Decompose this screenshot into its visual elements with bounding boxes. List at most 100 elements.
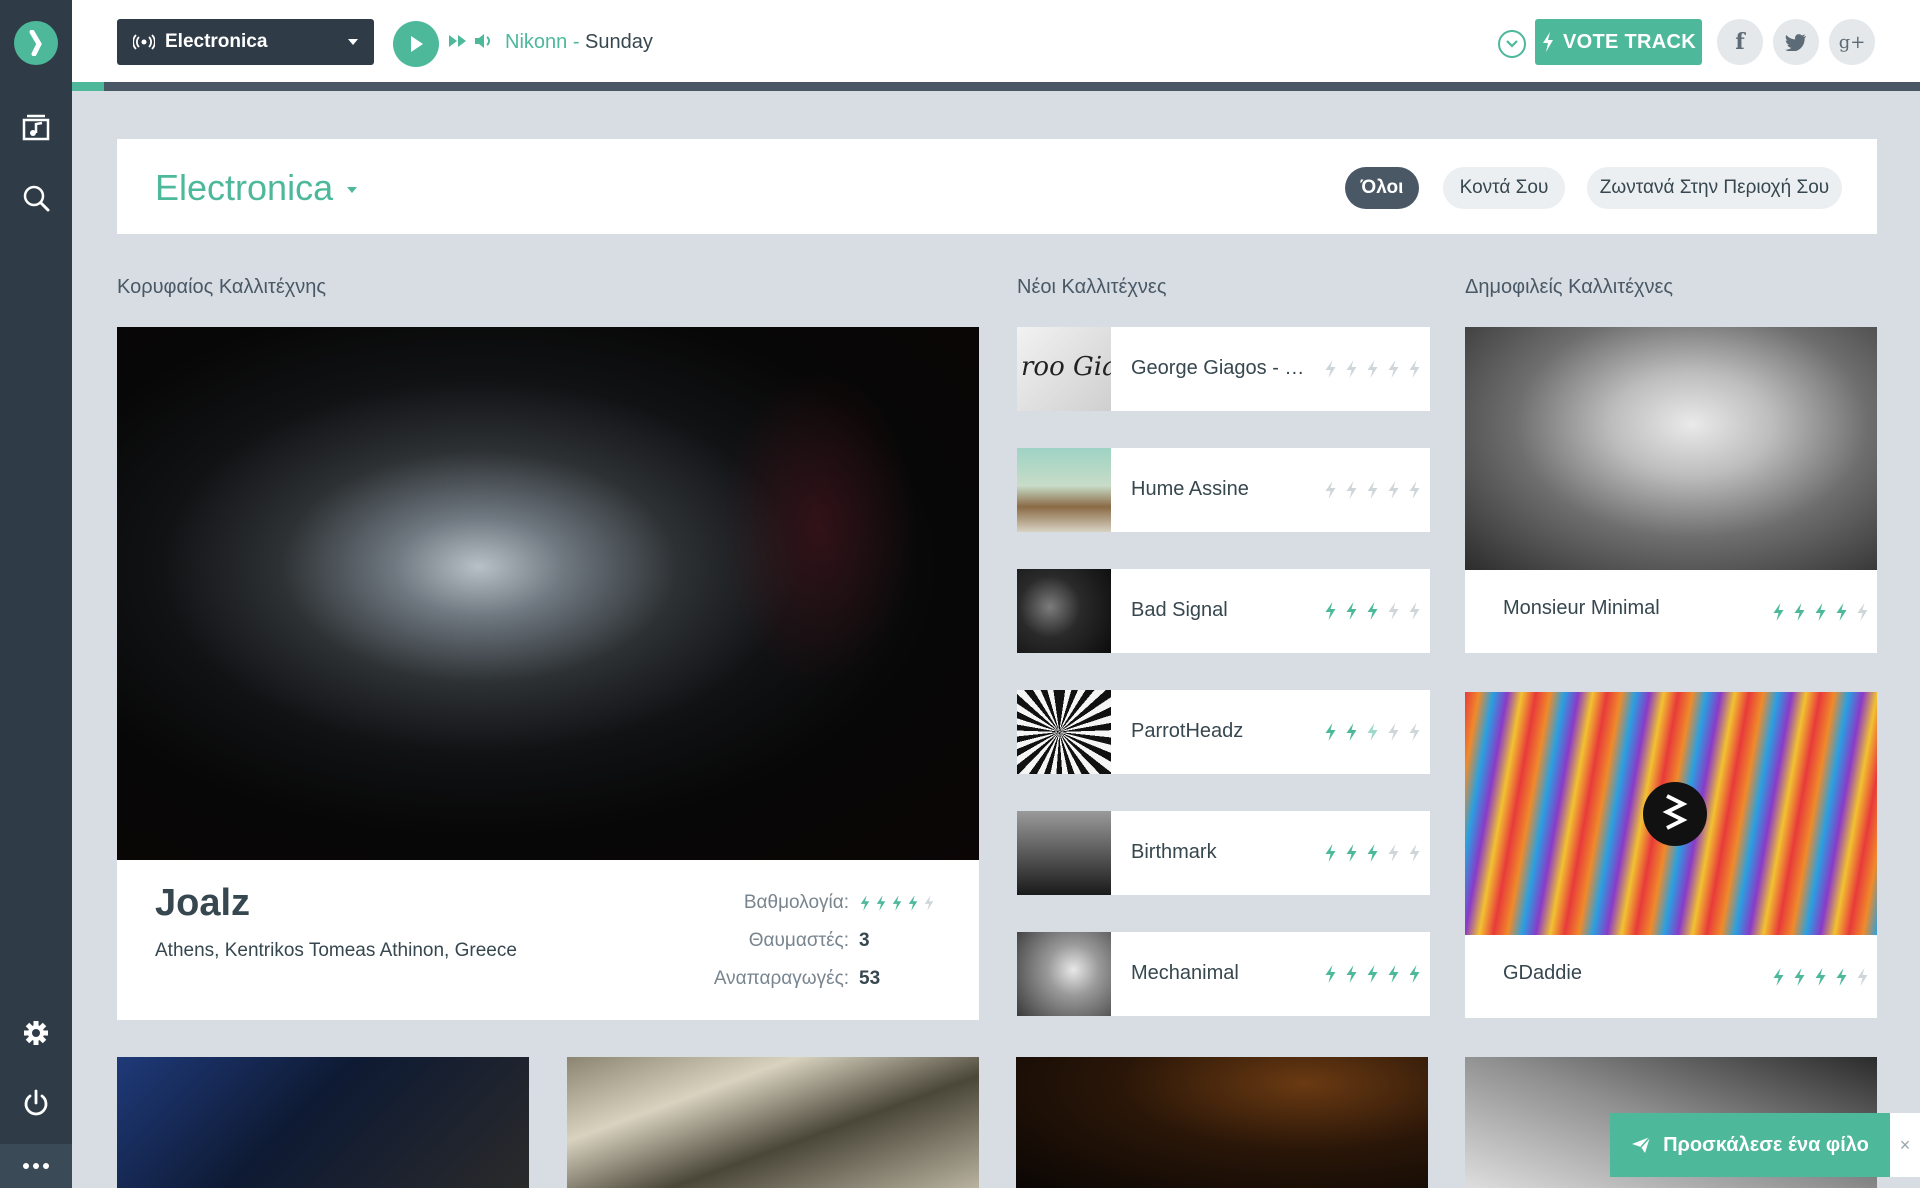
more-icon[interactable]	[0, 1144, 72, 1188]
artist-name: Monsieur Minimal	[1503, 597, 1660, 619]
featured-artist-name[interactable]: Joalz	[155, 882, 250, 925]
play-button[interactable]	[393, 21, 439, 67]
search-icon[interactable]	[16, 178, 56, 218]
music-library-icon[interactable]	[16, 107, 56, 147]
rating-bolt-icon	[1346, 481, 1357, 499]
popular-artists-section-title: Δημοφιλείς Καλλιτέχνες	[1465, 276, 1674, 298]
rating-bolt-icon	[1346, 602, 1357, 620]
rating-bolt-icon	[1857, 968, 1868, 986]
rating-bolt-icon	[908, 895, 918, 911]
skip-forward-icon[interactable]	[448, 33, 468, 54]
invite-friend-button[interactable]: Προσκάλεσε ένα φίλο	[1610, 1113, 1890, 1177]
rating-bolt-icon	[1409, 844, 1420, 862]
genre-header: Electronica Όλοι Κοντά Σου Ζωντανά Στην …	[117, 139, 1877, 234]
rating-bolt-icon	[1773, 968, 1784, 986]
rating-bolt-icon	[1857, 603, 1868, 621]
new-artist-row[interactable]: Bad Signal	[1017, 569, 1430, 653]
genre-title: Electronica	[155, 167, 334, 208]
logo-icon[interactable]	[14, 21, 58, 65]
artist-thumbnail	[1017, 448, 1111, 532]
artist-name: GDaddie	[1503, 962, 1582, 984]
new-artist-row[interactable]: roo Giag George Giagos - D...	[1017, 327, 1430, 411]
now-playing-separator: -	[567, 31, 586, 53]
twitter-icon	[1785, 34, 1806, 51]
lightning-icon	[1543, 32, 1553, 52]
artist-thumbnail	[1017, 932, 1111, 1016]
rating-bolt-icon	[1325, 844, 1336, 862]
artist-name: George Giagos - D...	[1131, 357, 1311, 379]
artist-name: Bad Signal	[1131, 599, 1228, 621]
send-icon	[1632, 1136, 1651, 1153]
sidebar	[0, 0, 72, 1188]
chevron-down-icon	[348, 39, 358, 45]
featured-plays-row: Αναπαραγωγές: 53	[714, 968, 939, 990]
filter-live-near-you[interactable]: Ζωντανά Στην Περιοχή Σου	[1587, 167, 1842, 209]
rating-bolt-icon	[1367, 360, 1378, 378]
rating-bolt-icon	[1409, 481, 1420, 499]
rating-stars	[1770, 602, 1875, 622]
track-progress-fill	[72, 82, 104, 91]
filter-all[interactable]: Όλοι	[1345, 167, 1419, 209]
facebook-button[interactable]: f	[1717, 19, 1763, 65]
genre-selector[interactable]: Electronica	[155, 167, 358, 209]
rating-bolt-icon	[1773, 603, 1784, 621]
rating-bolt-icon	[1794, 603, 1805, 621]
invite-label: Προσκάλεσε ένα φίλο	[1663, 1133, 1869, 1156]
now-playing: Nikonn - Sunday	[505, 31, 653, 54]
rating-bolt-icon	[1325, 965, 1336, 983]
rating-stars	[1322, 964, 1427, 984]
new-artist-row[interactable]: ParrotHeadz	[1017, 690, 1430, 774]
chevron-down-circle-icon[interactable]	[1498, 30, 1526, 58]
rating-stars	[859, 893, 939, 913]
artist-name: Mechanimal	[1131, 962, 1239, 984]
volume-icon[interactable]	[474, 33, 494, 54]
rating-stars	[1322, 722, 1427, 742]
rating-bolt-icon	[1367, 723, 1378, 741]
new-artist-row[interactable]: Mechanimal	[1017, 932, 1430, 1016]
artist-name: ParrotHeadz	[1131, 720, 1244, 742]
rating-bolt-icon	[1325, 360, 1336, 378]
artist-image[interactable]	[1016, 1057, 1428, 1188]
filter-near-you[interactable]: Κοντά Σου	[1443, 167, 1565, 209]
fans-label: Θαυμαστές:	[748, 930, 849, 951]
featured-fans-row: Θαυμαστές: 3	[749, 930, 939, 952]
featured-artist-image[interactable]	[117, 327, 979, 860]
featured-section-title: Κορυφαίος Καλλιτέχνης	[117, 276, 327, 298]
artist-image	[1465, 692, 1877, 935]
now-playing-artist[interactable]: Nikonn	[505, 31, 567, 53]
rating-stars	[1322, 843, 1427, 863]
power-icon[interactable]	[16, 1083, 56, 1123]
popular-artist-card[interactable]: GDaddie	[1465, 692, 1877, 1018]
vote-track-button[interactable]: VOTE TRACK	[1535, 19, 1702, 65]
track-progress-bar[interactable]	[72, 82, 1920, 91]
rating-label: Βαθμολογία:	[743, 892, 849, 913]
artist-thumbnail	[1017, 811, 1111, 895]
googleplus-icon: g+	[1838, 31, 1866, 53]
rating-bolt-icon	[1325, 602, 1336, 620]
artist-image[interactable]	[117, 1057, 529, 1188]
new-artist-row[interactable]: Hume Assine	[1017, 448, 1430, 532]
rating-bolt-icon	[1815, 603, 1826, 621]
twitter-button[interactable]	[1773, 19, 1819, 65]
now-playing-track: Sunday	[585, 31, 653, 53]
rating-bolt-icon	[1367, 481, 1378, 499]
rating-bolt-icon	[1836, 603, 1847, 621]
rating-bolt-icon	[1346, 360, 1357, 378]
rating-stars	[1322, 359, 1427, 379]
new-artist-row[interactable]: Birthmark	[1017, 811, 1430, 895]
rating-bolt-icon	[1815, 968, 1826, 986]
rating-bolt-icon	[1388, 844, 1399, 862]
popular-artist-card[interactable]: Monsieur Minimal	[1465, 327, 1877, 653]
close-icon[interactable]: ×	[1890, 1113, 1920, 1177]
featured-artist-info: Joalz Athens, Kentrikos Tomeas Athinon, …	[117, 860, 979, 1020]
settings-icon[interactable]	[16, 1013, 56, 1053]
featured-rating-row: Βαθμολογία:	[744, 892, 939, 914]
radio-icon	[133, 34, 155, 50]
googleplus-button[interactable]: g+	[1829, 19, 1875, 65]
plays-count: 53	[859, 968, 881, 989]
artist-image[interactable]	[567, 1057, 979, 1188]
rating-bolt-icon	[1325, 723, 1336, 741]
rating-bolt-icon	[1388, 481, 1399, 499]
rating-stars	[1322, 480, 1427, 500]
station-selector[interactable]: Electronica	[117, 19, 374, 65]
